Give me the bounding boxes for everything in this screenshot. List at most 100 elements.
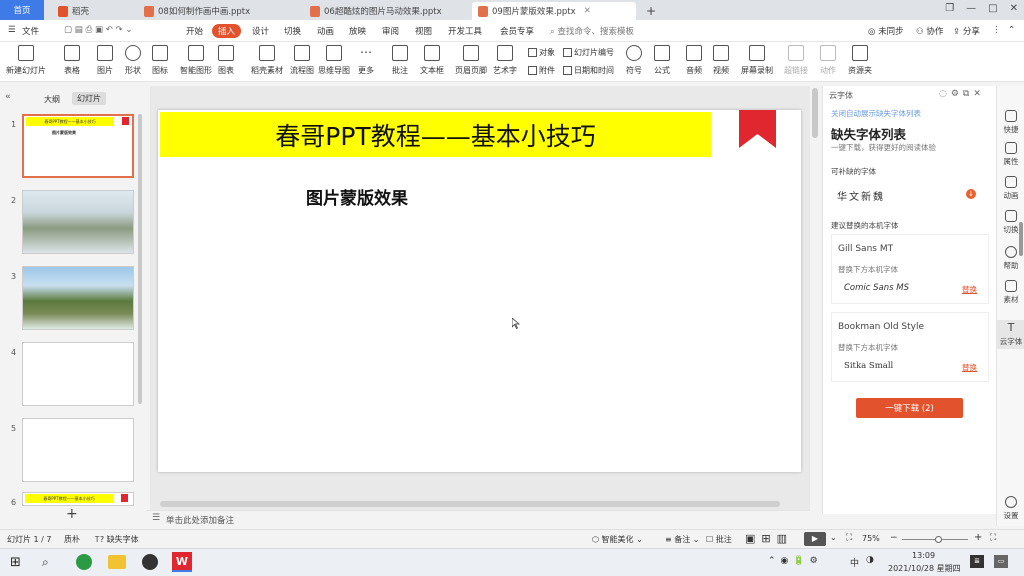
zoom-out-icon[interactable]: − (890, 533, 898, 543)
browser-icon[interactable] (76, 554, 92, 570)
comments-toggle[interactable]: ☐ 批注 (706, 534, 732, 545)
attachment-button[interactable]: 附件 (528, 65, 555, 76)
slide-thumbnail-1[interactable]: 春哥PPT教程——基本小技巧 图片蒙版效果 (22, 114, 134, 178)
menu-design[interactable]: 设计 (252, 25, 269, 37)
screen-record-button[interactable]: 屏幕录制 (741, 45, 773, 76)
replace-link[interactable]: 替换 (962, 362, 977, 373)
sync-status[interactable]: ◎ 未同步 (868, 25, 904, 37)
action-button[interactable]: 动作 (820, 45, 836, 76)
fit-window-icon[interactable]: ⛶ (846, 533, 852, 543)
comment-button[interactable]: 批注 (392, 45, 408, 76)
menu-start[interactable]: 开始 (186, 25, 203, 37)
app-icon[interactable] (142, 554, 158, 570)
video-button[interactable]: 视频 (713, 45, 729, 76)
close-tab-icon[interactable]: ✕ (584, 6, 591, 16)
slide-thumbnail-4[interactable] (22, 342, 134, 406)
sidebar-animation[interactable]: 动画 (997, 176, 1024, 201)
clock-time[interactable]: 13:09 (912, 551, 935, 560)
scroll-thumb[interactable] (160, 501, 780, 507)
slide-thumbnail-2[interactable] (22, 190, 134, 254)
canvas-horizontal-scrollbar[interactable] (150, 500, 810, 508)
system-tray-icons[interactable]: ⌃◉🔋⚙ (768, 556, 823, 566)
hamburger-icon[interactable]: ☰ (8, 25, 16, 35)
sidebar-properties[interactable]: 属性 (997, 142, 1024, 167)
windows-start-icon[interactable]: ⊞ (10, 555, 21, 570)
missing-font-status[interactable]: Ꭲ? 缺失字体 (95, 534, 139, 545)
fit-slide-icon[interactable]: ⛶ (990, 533, 996, 543)
more-menu-icon[interactable]: ⋮ (992, 25, 1001, 35)
bookmark-ribbon-icon[interactable] (739, 110, 776, 148)
tab-file-06[interactable]: 06超酷炫的图片马动效果.pptx (304, 2, 464, 20)
menu-transition[interactable]: 切换 (284, 25, 301, 37)
notification-icon[interactable]: ≣ (970, 555, 984, 568)
share-button[interactable]: ⇪ 分享 (953, 25, 980, 37)
play-options-icon[interactable]: ⌄ (830, 533, 837, 542)
tab-file-09[interactable]: 09图片蒙版效果.pptx ✕ (472, 2, 636, 20)
zoom-level[interactable]: 75% (862, 534, 880, 543)
hyperlink-button[interactable]: 超链接 (784, 45, 808, 76)
object-button[interactable]: 对象 (528, 47, 555, 58)
download-all-button[interactable]: 一键下载 (2) (856, 398, 963, 418)
current-slide[interactable]: 春哥PPT教程——基本小技巧 图片蒙版效果 (158, 110, 801, 472)
sidebar-settings[interactable]: 设置 (997, 496, 1024, 521)
menu-review[interactable]: 审阅 (382, 25, 399, 37)
audio-button[interactable]: 音频 (686, 45, 702, 76)
canvas-vertical-scrollbar[interactable] (812, 88, 818, 138)
ime-indicator[interactable]: 中 (850, 556, 859, 569)
mindmap-button[interactable]: 思维导图 (318, 45, 350, 76)
menu-animation[interactable]: 动画 (317, 25, 334, 37)
picture-button[interactable]: 图片 (97, 45, 113, 76)
taskbar-search-icon[interactable]: ⌕ (42, 555, 49, 570)
slide-thumbnail-5[interactable] (22, 418, 134, 482)
tab-home[interactable]: 首页 (0, 0, 44, 20)
local-font-name[interactable]: Sitka Small (844, 361, 893, 371)
smartart-button[interactable]: 智能图形 (180, 45, 212, 76)
sidebar-quick[interactable]: 快捷 (997, 110, 1024, 135)
menu-insert[interactable]: 插入 (212, 24, 242, 38)
local-font-name[interactable]: Comic Sans MS (844, 283, 909, 293)
table-button[interactable]: 表格 (64, 45, 80, 76)
zoom-slider-thumb[interactable] (935, 536, 942, 543)
show-desktop-icon[interactable]: ▭ (994, 555, 1008, 568)
formula-button[interactable]: 公式 (654, 45, 670, 76)
new-slide-button[interactable]: 新建幻灯片 (6, 45, 46, 76)
clock-date[interactable]: 2021/10/28 星期四 (888, 563, 961, 574)
downloadable-font-item[interactable]: 华文新魏 ↓ (831, 180, 989, 208)
collab-button[interactable]: ⚇ 协作 (916, 25, 943, 37)
menu-slideshow[interactable]: 放映 (349, 25, 366, 37)
slide-title-banner[interactable]: 春哥PPT教程——基本小技巧 (160, 112, 711, 157)
add-slide-button[interactable]: + (66, 506, 78, 522)
smart-beautify-button[interactable]: ⬡ 智能美化 ⌄ (592, 534, 643, 545)
wordart-button[interactable]: 艺术字 (493, 45, 517, 76)
header-footer-button[interactable]: 页眉页脚 (455, 45, 487, 76)
sidebar-scrollbar[interactable] (1019, 222, 1023, 256)
slide-subtitle[interactable]: 图片蒙版效果 (306, 184, 408, 209)
symbol-button[interactable]: 符号 (626, 45, 642, 76)
notes-bar[interactable]: ☰ 单击此处添加备注 (146, 510, 810, 526)
restore-icon[interactable]: ❐ (945, 3, 954, 14)
theme-name[interactable]: 质朴 (64, 534, 80, 545)
replace-link[interactable]: 替换 (962, 284, 977, 295)
tab-file-08[interactable]: 08如何制作画中画.pptx (138, 2, 298, 20)
play-slideshow-icon[interactable]: ▶ (804, 532, 826, 546)
collapse-ribbon-icon[interactable]: ⌃ (1008, 25, 1015, 35)
sidebar-material[interactable]: 素材 (997, 280, 1024, 305)
search-command[interactable]: ⌕ 查找命令、搜索模板 (550, 25, 634, 37)
slide-thumbnail-3[interactable] (22, 266, 134, 330)
ime-mode-icon[interactable]: ◑ (866, 555, 874, 565)
view-mode-icons[interactable]: ▣⊞▥ (745, 532, 793, 545)
minimize-icon[interactable]: — (966, 3, 976, 14)
slide-thumbnail-6[interactable]: 春哥PPT教程——基本小技巧 (22, 492, 134, 506)
chart-button[interactable]: 图表 (218, 45, 234, 76)
tab-outline[interactable]: 大纲 (44, 94, 60, 105)
notes-toggle[interactable]: ≡ 备注 ⌄ (665, 534, 700, 545)
wps-app-icon[interactable]: W (172, 552, 192, 572)
menu-file[interactable]: 文件 (22, 25, 39, 37)
slide-number-button[interactable]: 幻灯片编号 (563, 47, 614, 58)
close-window-icon[interactable]: ✕ (1010, 3, 1018, 14)
menu-devtools[interactable]: 开发工具 (448, 25, 482, 37)
menu-view[interactable]: 视图 (415, 25, 432, 37)
zoom-in-icon[interactable]: + (974, 532, 982, 543)
zoom-slider[interactable] (902, 536, 968, 543)
date-time-button[interactable]: 日期和时间 (563, 65, 614, 76)
